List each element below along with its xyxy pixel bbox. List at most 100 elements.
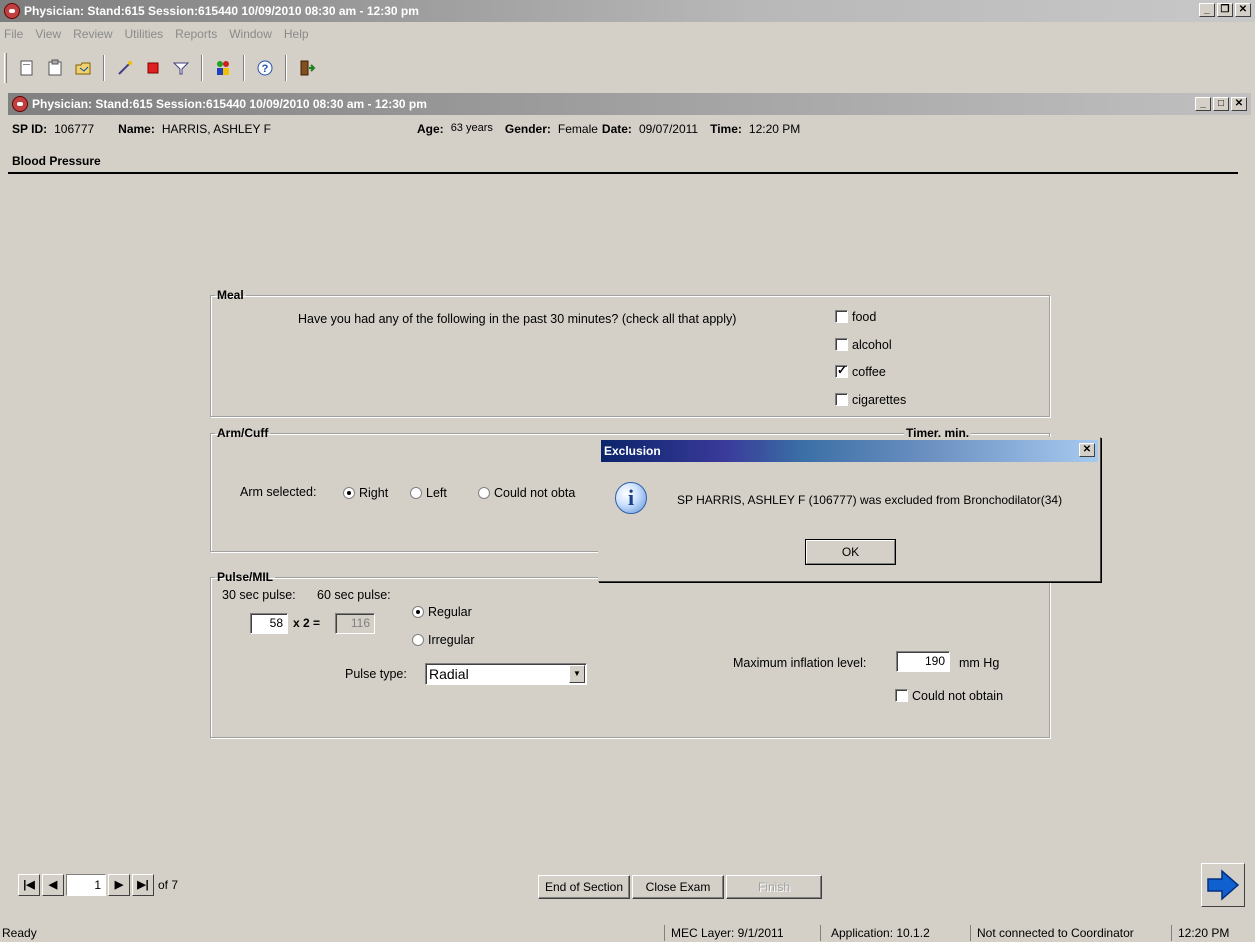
next-section-button[interactable] xyxy=(1201,863,1245,907)
minimize-icon[interactable]: _ xyxy=(1199,3,1215,17)
meal-option-food[interactable]: food xyxy=(835,309,876,324)
close-exam-button[interactable]: Close Exam xyxy=(632,875,724,899)
status-application: Application: 10.1.2 xyxy=(820,925,970,941)
dialog-title-bar: Exclusion ✕ xyxy=(601,440,1098,462)
menu-reports[interactable]: Reports xyxy=(175,27,217,41)
arm-selected-label: Arm selected: xyxy=(240,485,317,499)
close-icon[interactable]: ✕ xyxy=(1079,443,1095,457)
next-record-icon[interactable]: ▶ xyxy=(108,874,130,896)
pulse-30-input[interactable]: 58 xyxy=(250,613,288,634)
child-window-controls: _ □ ✕ xyxy=(1195,97,1247,111)
date-label: Date: xyxy=(601,122,632,136)
pulse-mil-legend: Pulse/MIL xyxy=(217,570,274,584)
clipboard-icon[interactable] xyxy=(43,56,67,80)
app-logo-icon xyxy=(12,96,28,112)
pulse-30-label: 30 sec pulse: xyxy=(222,588,296,602)
status-bar: Ready MEC Layer: 9/1/2011 Application: 1… xyxy=(0,924,1255,942)
stop-icon[interactable] xyxy=(141,56,165,80)
window-controls: _ ❐ ✕ xyxy=(1199,3,1251,17)
section-title: Blood Pressure xyxy=(12,154,101,168)
people-icon[interactable] xyxy=(211,56,235,80)
meal-option-cigarettes[interactable]: cigarettes xyxy=(835,392,906,407)
wand-icon[interactable] xyxy=(113,56,137,80)
arm-could-not-obtain-radio[interactable]: Could not obta xyxy=(478,485,575,500)
pulse-60-label: 60 sec pulse: xyxy=(317,588,391,602)
mil-input[interactable]: 190 xyxy=(896,651,950,672)
menu-file[interactable]: File xyxy=(4,27,23,41)
info-icon: i xyxy=(615,482,647,514)
pulse-multiplier: x 2 = xyxy=(293,616,321,630)
app-title-bar: Physician: Stand:615 Session:615440 10/0… xyxy=(0,0,1255,22)
close-icon[interactable]: ✕ xyxy=(1235,3,1251,17)
age-value: 63 years xyxy=(450,122,493,134)
chevron-down-icon[interactable]: ▼ xyxy=(569,665,585,683)
cigarettes-checkbox[interactable] xyxy=(835,393,848,407)
gender-label: Gender: xyxy=(504,122,551,136)
pulse-regular-radio[interactable]: Regular xyxy=(412,604,472,619)
meal-option-coffee[interactable]: coffee xyxy=(835,363,886,379)
finish-button: Finish xyxy=(726,875,822,899)
arrow-right-icon xyxy=(1207,869,1240,901)
menu-help[interactable]: Help xyxy=(284,27,309,41)
last-record-icon[interactable]: ▶| xyxy=(132,874,154,896)
pulse-60-output: 116 xyxy=(335,613,375,634)
pulse-type-value: Radial xyxy=(429,666,469,682)
time-label: Time: xyxy=(710,122,742,136)
status-ready: Ready xyxy=(2,926,37,940)
could-not-obtain-checkbox[interactable] xyxy=(895,689,908,703)
menu-view[interactable]: View xyxy=(35,27,61,41)
section-divider xyxy=(8,172,1238,174)
maximize-icon[interactable]: □ xyxy=(1213,97,1229,111)
close-icon[interactable]: ✕ xyxy=(1231,97,1247,111)
arm-left-radio[interactable]: Left xyxy=(410,485,447,500)
ok-button[interactable]: OK xyxy=(805,539,896,565)
menu-bar: File View Review Utilities Reports Windo… xyxy=(0,24,309,44)
arm-right-radio[interactable]: Right xyxy=(343,485,388,500)
mil-label: Maximum inflation level: xyxy=(733,656,867,670)
mil-could-not-obtain[interactable]: Could not obtain xyxy=(895,688,1003,703)
menu-utilities[interactable]: Utilities xyxy=(125,27,164,41)
coffee-checkbox[interactable] xyxy=(835,363,848,379)
child-window-title-bar: Physician: Stand:615 Session:615440 10/0… xyxy=(8,93,1251,115)
pulse-irregular-radio[interactable]: Irregular xyxy=(412,632,475,647)
time-value: 12:20 PM xyxy=(748,122,801,136)
exit-door-icon[interactable] xyxy=(295,56,319,80)
status-coordinator: Not connected to Coordinator xyxy=(970,925,1171,941)
age-label: Age: xyxy=(417,122,444,136)
arm-cuff-legend: Arm/Cuff xyxy=(217,426,269,440)
date-value: 09/07/2011 xyxy=(638,122,699,136)
patient-info-bar: SP ID: 106777 Name: HARRIS, ASHLEY F Age… xyxy=(12,122,800,136)
open-folder-icon[interactable] xyxy=(71,56,95,80)
name-value: HARRIS, ASHLEY F xyxy=(161,122,272,136)
minimize-icon[interactable]: _ xyxy=(1195,97,1211,111)
toolbar-grip xyxy=(4,53,7,83)
sp-id-label: SP ID: xyxy=(12,122,48,136)
menu-review[interactable]: Review xyxy=(73,27,112,41)
child-window-title: Physician: Stand:615 Session:615440 10/0… xyxy=(32,97,427,111)
end-of-section-button[interactable]: End of Section xyxy=(538,875,630,899)
meal-question: Have you had any of the following in the… xyxy=(298,312,737,326)
restore-icon[interactable]: ❐ xyxy=(1217,3,1233,17)
previous-record-icon[interactable]: ◀ xyxy=(42,874,64,896)
first-record-icon[interactable]: |◀ xyxy=(18,874,40,896)
filter-icon[interactable] xyxy=(169,56,193,80)
page-number-input[interactable]: 1 xyxy=(66,874,106,896)
menu-window[interactable]: Window xyxy=(229,27,272,41)
food-checkbox[interactable] xyxy=(835,310,848,324)
record-navigator: |◀ ◀ 1 ▶ ▶| of 7 xyxy=(18,874,178,896)
toolbar: ? xyxy=(0,48,1255,88)
help-icon[interactable]: ? xyxy=(253,56,277,80)
new-document-icon[interactable] xyxy=(15,56,39,80)
meal-group: Meal xyxy=(210,288,1050,417)
meal-option-alcohol[interactable]: alcohol xyxy=(835,337,892,352)
pulse-type-select[interactable]: Radial ▼ xyxy=(425,663,587,685)
status-clock: 12:20 PM xyxy=(1171,925,1253,941)
svg-text:?: ? xyxy=(262,63,269,75)
alcohol-checkbox[interactable] xyxy=(835,338,848,352)
gender-value: Female xyxy=(557,122,598,136)
status-mec-layer: MEC Layer: 9/1/2011 xyxy=(664,925,820,941)
page-count: of 7 xyxy=(158,878,179,892)
sp-id-value: 106777 xyxy=(54,122,95,136)
app-title: Physician: Stand:615 Session:615440 10/0… xyxy=(24,4,419,18)
pulse-type-label: Pulse type: xyxy=(345,667,407,681)
